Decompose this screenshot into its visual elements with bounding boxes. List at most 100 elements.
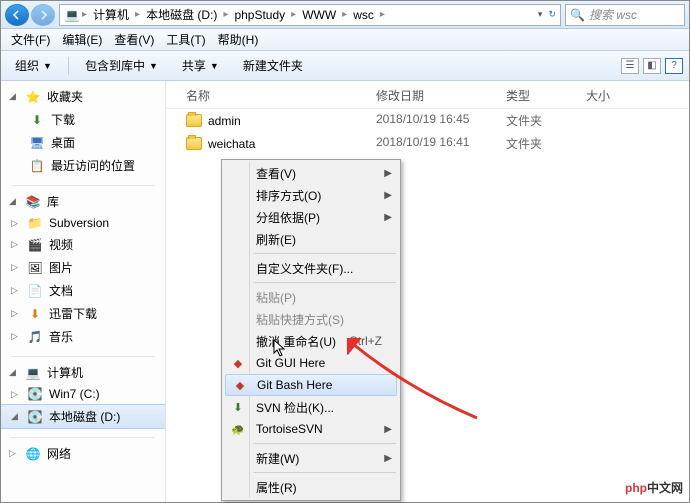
include-library-button[interactable]: 包含到库中 ▼ xyxy=(77,54,166,77)
breadcrumb-item[interactable]: 本地磁盘 (D:) xyxy=(142,6,221,23)
tortoise-icon: 🐢 xyxy=(230,421,246,437)
menu-tools[interactable]: 工具(T) xyxy=(160,31,211,48)
new-folder-button[interactable]: 新建文件夹 xyxy=(235,54,311,77)
sidebar-item-music[interactable]: ▷🎵音乐 xyxy=(1,325,165,348)
sidebar-item-drive-c[interactable]: ▷💽Win7 (C:) xyxy=(1,384,165,404)
chevron-down-icon: ▼ xyxy=(149,61,158,71)
folder-icon xyxy=(186,114,202,127)
separator xyxy=(11,437,155,438)
separator xyxy=(254,282,396,283)
column-size[interactable]: 大小 xyxy=(586,87,646,104)
sidebar-item-drive-d[interactable]: ◢💽本地磁盘 (D:) xyxy=(1,404,165,429)
share-button[interactable]: 共享 ▼ xyxy=(174,54,227,77)
ctx-paste[interactable]: 粘贴(P) xyxy=(224,286,398,308)
toolbar-right: ☰ ◧ ? xyxy=(621,58,683,74)
ctx-tortoisesvn[interactable]: 🐢TortoiseSVN▶ xyxy=(224,418,398,440)
sidebar-computer-header[interactable]: ◢💻计算机 xyxy=(1,361,165,384)
sidebar-favorites-header[interactable]: ◢⭐收藏夹 xyxy=(1,85,165,108)
watermark: php中文网 xyxy=(625,479,683,496)
file-row[interactable]: admin 2018/10/19 16:45 文件夹 xyxy=(166,109,689,132)
music-icon: 🎵 xyxy=(27,330,43,344)
recent-icon: 📋 xyxy=(29,159,45,173)
breadcrumb-item[interactable]: 计算机 xyxy=(89,6,133,23)
search-placeholder: 搜索 wsc xyxy=(589,6,637,23)
sidebar-libraries-header[interactable]: ◢📚库 xyxy=(1,190,165,213)
sidebar-item-pictures[interactable]: ▷🖼图片 xyxy=(1,256,165,279)
breadcrumb-dropdown[interactable]: ▾ xyxy=(538,9,543,20)
sidebar-item-recent[interactable]: 📋最近访问的位置 xyxy=(1,154,165,177)
sidebar-computer: ◢💻计算机 ▷💽Win7 (C:) ◢💽本地磁盘 (D:) xyxy=(1,361,165,429)
library-icon: 📚 xyxy=(25,195,41,209)
ctx-git-gui[interactable]: ◆Git GUI Here xyxy=(224,352,398,374)
column-headers: 名称 修改日期 类型 大小 xyxy=(166,81,689,109)
ctx-sort[interactable]: 排序方式(O)▶ xyxy=(224,184,398,206)
expand-icon: ◢ xyxy=(9,196,19,207)
chevron-right-icon: ▸ xyxy=(378,9,387,20)
column-type[interactable]: 类型 xyxy=(506,87,586,104)
help-button[interactable]: ? xyxy=(665,58,683,74)
toolbar: 组织 ▼ 包含到库中 ▼ 共享 ▼ 新建文件夹 ☰ ◧ ? xyxy=(1,51,689,81)
organize-button[interactable]: 组织 ▼ xyxy=(7,54,60,77)
breadcrumb-item[interactable]: phpStudy xyxy=(230,8,289,22)
ctx-group[interactable]: 分组依据(P)▶ xyxy=(224,206,398,228)
view-mode-button[interactable]: ☰ xyxy=(621,58,639,74)
collapse-icon: ▷ xyxy=(9,448,19,459)
column-name[interactable]: 名称 xyxy=(166,87,376,104)
forward-button[interactable] xyxy=(31,4,55,26)
collapse-icon: ▷ xyxy=(11,389,21,400)
desktop-icon: 🖥 xyxy=(29,136,45,150)
chevron-down-icon: ▼ xyxy=(43,61,52,71)
computer-icon: 💻 xyxy=(64,8,80,22)
expand-icon: ◢ xyxy=(9,91,19,102)
refresh-icon[interactable]: ↻ xyxy=(548,9,556,20)
breadcrumb[interactable]: 💻 ▸ 计算机 ▸ 本地磁盘 (D:) ▸ phpStudy ▸ WWW ▸ w… xyxy=(59,4,561,26)
collapse-icon: ▷ xyxy=(11,285,21,296)
ctx-customize-folder[interactable]: 自定义文件夹(F)... xyxy=(224,257,398,279)
chevron-right-icon: ▸ xyxy=(340,9,349,20)
ctx-git-bash[interactable]: ◆Git Bash Here xyxy=(225,374,397,396)
submenu-arrow-icon: ▶ xyxy=(384,453,392,464)
ctx-undo-rename[interactable]: 撤消 重命名(U)Ctrl+Z xyxy=(224,330,398,352)
sidebar-item-subversion[interactable]: ▷📁Subversion xyxy=(1,213,165,233)
sidebar-item-videos[interactable]: ▷🎬视频 xyxy=(1,233,165,256)
preview-pane-button[interactable]: ◧ xyxy=(643,58,661,74)
accelerator: Ctrl+Z xyxy=(349,334,382,348)
collapse-icon: ▷ xyxy=(11,239,21,250)
git-icon: ◆ xyxy=(230,355,246,371)
sidebar-item-xunlei[interactable]: ▷⬇迅雷下载 xyxy=(1,302,165,325)
folder-icon xyxy=(186,137,202,150)
sidebar-favorites: ◢⭐收藏夹 ⬇下载 🖥桌面 📋最近访问的位置 xyxy=(1,85,165,177)
search-input[interactable]: 🔍 搜索 wsc xyxy=(565,4,685,26)
drive-icon: 💽 xyxy=(27,387,43,401)
chevron-right-icon: ▸ xyxy=(221,9,230,20)
back-button[interactable] xyxy=(5,4,29,26)
network-icon: 🌐 xyxy=(25,447,41,461)
submenu-arrow-icon: ▶ xyxy=(384,424,392,435)
file-row[interactable]: weichata 2018/10/19 16:41 文件夹 xyxy=(166,132,689,155)
collapse-icon: ▷ xyxy=(11,331,21,342)
document-icon: 📄 xyxy=(27,284,43,298)
breadcrumb-item[interactable]: wsc xyxy=(349,8,378,22)
sidebar-item-desktop[interactable]: 🖥桌面 xyxy=(1,131,165,154)
git-icon: ◆ xyxy=(232,377,248,393)
menu-edit[interactable]: 编辑(E) xyxy=(56,31,108,48)
ctx-new[interactable]: 新建(W)▶ xyxy=(224,447,398,469)
menu-view[interactable]: 查看(V) xyxy=(108,31,160,48)
menu-help[interactable]: 帮助(H) xyxy=(212,31,265,48)
sidebar-network-header[interactable]: ▷🌐网络 xyxy=(1,442,165,465)
menu-file[interactable]: 文件(F) xyxy=(5,31,56,48)
sidebar-item-downloads[interactable]: ⬇下载 xyxy=(1,108,165,131)
ctx-refresh[interactable]: 刷新(E) xyxy=(224,228,398,250)
ctx-properties[interactable]: 属性(R) xyxy=(224,476,398,498)
sidebar-item-documents[interactable]: ▷📄文档 xyxy=(1,279,165,302)
ctx-svn-checkout[interactable]: ⬇SVN 检出(K)... xyxy=(224,396,398,418)
submenu-arrow-icon: ▶ xyxy=(384,190,392,201)
collapse-icon: ▷ xyxy=(11,218,21,229)
ctx-view[interactable]: 查看(V)▶ xyxy=(224,162,398,184)
separator xyxy=(11,185,155,186)
column-date[interactable]: 修改日期 xyxy=(376,87,506,104)
breadcrumb-item[interactable]: WWW xyxy=(298,8,340,22)
search-icon: 🔍 xyxy=(570,8,585,22)
titlebar: 💻 ▸ 计算机 ▸ 本地磁盘 (D:) ▸ phpStudy ▸ WWW ▸ w… xyxy=(1,1,689,29)
ctx-paste-shortcut[interactable]: 粘贴快捷方式(S) xyxy=(224,308,398,330)
